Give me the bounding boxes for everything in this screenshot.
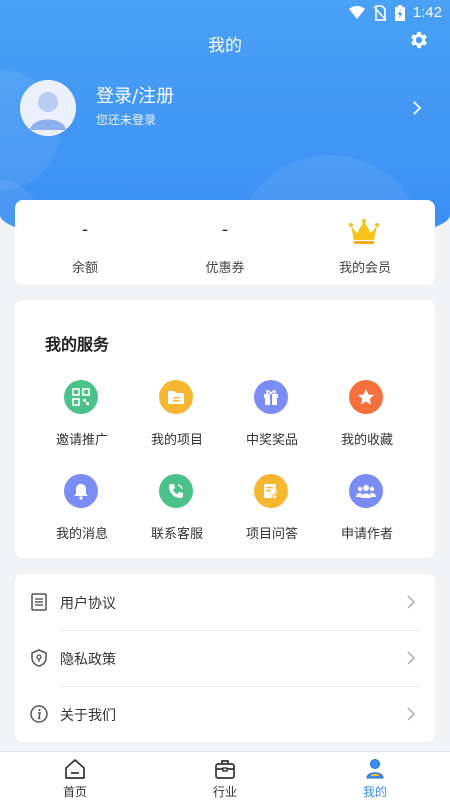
no-sim-icon [373,4,387,21]
membership-label: 我的会员 [338,261,391,276]
service-label: 我的项目 [150,433,203,448]
document-icon [31,593,47,611]
service-label: 项目问答 [245,527,298,542]
services-title: 我的服务 [45,335,110,354]
service-label: 邀请推广 [55,433,108,448]
settings-list-card: 用户协议 隐私政策 关于我们 [15,574,435,742]
tab-label: 我的 [362,785,387,799]
gift-icon [254,380,288,414]
qr-code-icon [64,380,98,414]
chevron-right-icon [407,707,415,721]
group-icon [349,474,383,508]
battery-charging-icon [394,4,405,21]
login-register-link[interactable]: 登录/注册 [96,82,174,108]
service-messages[interactable]: 我的消息 [37,474,127,554]
my-services-card: 我的服务 邀请推广 我的项目 中奖奖品 我的收藏 我的消息 联系客服 项目问答 … [15,300,435,558]
folder-icon [159,380,193,414]
tab-label: 行业 [212,785,237,799]
shield-icon [31,649,47,667]
info-icon [30,705,48,723]
balance-label: 余额 [71,261,98,276]
about-us-row[interactable]: 关于我们 [15,686,435,742]
status-time: 1:42 [412,4,442,21]
crown-icon [349,219,379,244]
coupon-value: - [221,220,229,240]
wifi-icon [348,5,365,19]
tab-industry[interactable]: 行业 [150,752,300,800]
service-label: 中奖奖品 [245,433,298,448]
account-stats-card: - 余额 - 优惠券 我的会员 [15,200,435,285]
service-project-qa[interactable]: 项目问答 [227,474,317,554]
user-agreement-row[interactable]: 用户协议 [15,574,435,630]
privacy-policy-row[interactable]: 隐私政策 [15,630,435,686]
tab-profile[interactable]: 我的 [300,752,450,800]
coupon-label: 优惠券 [205,261,245,276]
balance-value: - [81,220,89,240]
service-label: 我的消息 [55,527,108,542]
avatar [20,80,76,136]
star-icon [349,380,383,414]
briefcase-icon [215,760,235,779]
service-apply-author[interactable]: 申请作者 [322,474,412,554]
service-invite[interactable]: 邀请推广 [37,380,127,460]
balance-stat[interactable]: - 余额 [15,200,155,285]
service-prizes[interactable]: 中奖奖品 [227,380,317,460]
service-label: 申请作者 [340,527,393,542]
bottom-tab-bar: 首页 行业 我的 [0,751,450,800]
service-favorites[interactable]: 我的收藏 [322,380,412,460]
service-customer-support[interactable]: 联系客服 [132,474,222,554]
chevron-right-icon [413,101,422,115]
status-bar: 1:42 [0,0,450,26]
profile-icon [366,759,384,779]
phone-icon [159,474,193,508]
page-title: 我的 [208,36,242,56]
membership-stat[interactable]: 我的会员 [295,200,435,285]
row-label: 关于我们 [60,708,116,724]
login-profile-row[interactable]: 登录/注册 您还未登录 [20,80,430,136]
gear-icon[interactable] [408,29,430,51]
bell-icon [64,474,98,508]
home-icon [65,759,85,779]
service-label: 我的收藏 [340,433,393,448]
row-label: 用户协议 [60,596,116,612]
row-label: 隐私政策 [60,652,116,668]
chevron-right-icon [407,651,415,665]
default-avatar-icon [20,80,76,136]
service-label: 联系客服 [150,527,203,542]
edit-note-icon [254,474,288,508]
login-status-text: 您还未登录 [96,113,157,127]
tab-label: 首页 [62,785,87,799]
tab-home[interactable]: 首页 [0,752,150,800]
service-my-projects[interactable]: 我的项目 [132,380,222,460]
chevron-right-icon [407,595,415,609]
coupon-stat[interactable]: - 优惠券 [155,200,295,285]
